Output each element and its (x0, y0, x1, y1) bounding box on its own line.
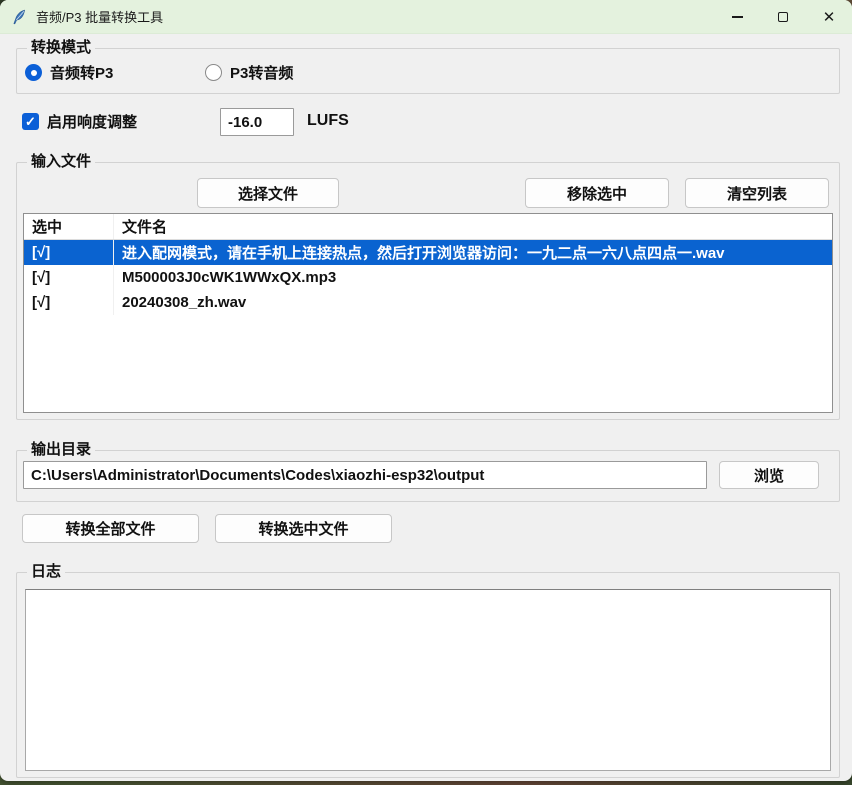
clear-list-button[interactable]: 清空列表 (685, 178, 829, 208)
conversion-mode-group-label: 转换模式 (27, 39, 95, 57)
input-files-group: 输入文件 选择文件 移除选中 清空列表 选中 文件名 [√] 进入配网模式，请在… (16, 162, 840, 420)
file-row-name: 20240308_zh.wav (114, 290, 832, 315)
titlebar: 音频/P3 批量转换工具 ✕ (0, 0, 852, 34)
column-header-filename[interactable]: 文件名 (114, 214, 832, 239)
minimize-icon (732, 16, 743, 17)
radio-p3-to-audio[interactable]: P3转音频 (205, 62, 293, 83)
select-files-button[interactable]: 选择文件 (197, 178, 339, 208)
browse-button[interactable]: 浏览 (719, 461, 819, 489)
file-row-name: M500003J0cWK1WWxQX.mp3 (114, 265, 832, 290)
maximize-button[interactable] (760, 0, 806, 34)
file-row-check: [√] (24, 290, 114, 315)
file-row-selected[interactable]: [√] 进入配网模式，请在手机上连接热点，然后打开浏览器访问：一九二点一六八点四… (24, 240, 832, 265)
radio-unselected-icon (205, 64, 222, 81)
radio-p3-to-audio-label: P3转音频 (230, 62, 293, 83)
python-feather-icon (10, 8, 28, 26)
log-group: 日志 (16, 572, 840, 778)
minimize-button[interactable] (714, 0, 760, 34)
file-row-check: [√] (24, 240, 114, 265)
checkbox-checked-icon: ✓ (22, 113, 39, 130)
file-row-name: 进入配网模式，请在手机上连接热点，然后打开浏览器访问：一九二点一六八点四点一.w… (114, 240, 832, 265)
file-row[interactable]: [√] 20240308_zh.wav (24, 290, 832, 315)
loudness-checkbox[interactable]: ✓ 启用响度调整 (22, 111, 137, 132)
window-title: 音频/P3 批量转换工具 (36, 7, 163, 26)
remove-selected-button[interactable]: 移除选中 (525, 178, 669, 208)
lufs-value-input[interactable]: -16.0 (220, 108, 294, 136)
radio-selected-icon (25, 64, 42, 81)
column-header-checked[interactable]: 选中 (24, 214, 114, 239)
output-dir-group-label: 输出目录 (27, 441, 95, 459)
file-row-check: [√] (24, 265, 114, 290)
convert-all-button[interactable]: 转换全部文件 (22, 514, 199, 543)
close-icon: ✕ (823, 10, 836, 25)
radio-audio-to-p3[interactable]: 音频转P3 (25, 62, 113, 83)
app-window: 音频/P3 批量转换工具 ✕ 转换模式 音频转P3 P3转音频 ✓ 启用响度调整… (0, 0, 852, 781)
output-dir-input[interactable]: C:\Users\Administrator\Documents\Codes\x… (23, 461, 707, 489)
maximize-icon (778, 12, 788, 22)
log-textarea[interactable] (25, 589, 831, 771)
lufs-unit-label: LUFS (307, 112, 349, 130)
convert-selected-button[interactable]: 转换选中文件 (215, 514, 392, 543)
file-row[interactable]: [√] M500003J0cWK1WWxQX.mp3 (24, 265, 832, 290)
file-list[interactable]: 选中 文件名 [√] 进入配网模式，请在手机上连接热点，然后打开浏览器访问：一九… (23, 213, 833, 413)
conversion-mode-group: 转换模式 音频转P3 P3转音频 (16, 48, 840, 94)
loudness-checkbox-label: 启用响度调整 (47, 111, 137, 132)
output-dir-group: 输出目录 C:\Users\Administrator\Documents\Co… (16, 450, 840, 502)
radio-audio-to-p3-label: 音频转P3 (50, 62, 113, 83)
close-button[interactable]: ✕ (806, 0, 852, 34)
input-files-group-label: 输入文件 (27, 153, 95, 171)
log-group-label: 日志 (27, 563, 65, 581)
file-list-header: 选中 文件名 (24, 214, 832, 240)
